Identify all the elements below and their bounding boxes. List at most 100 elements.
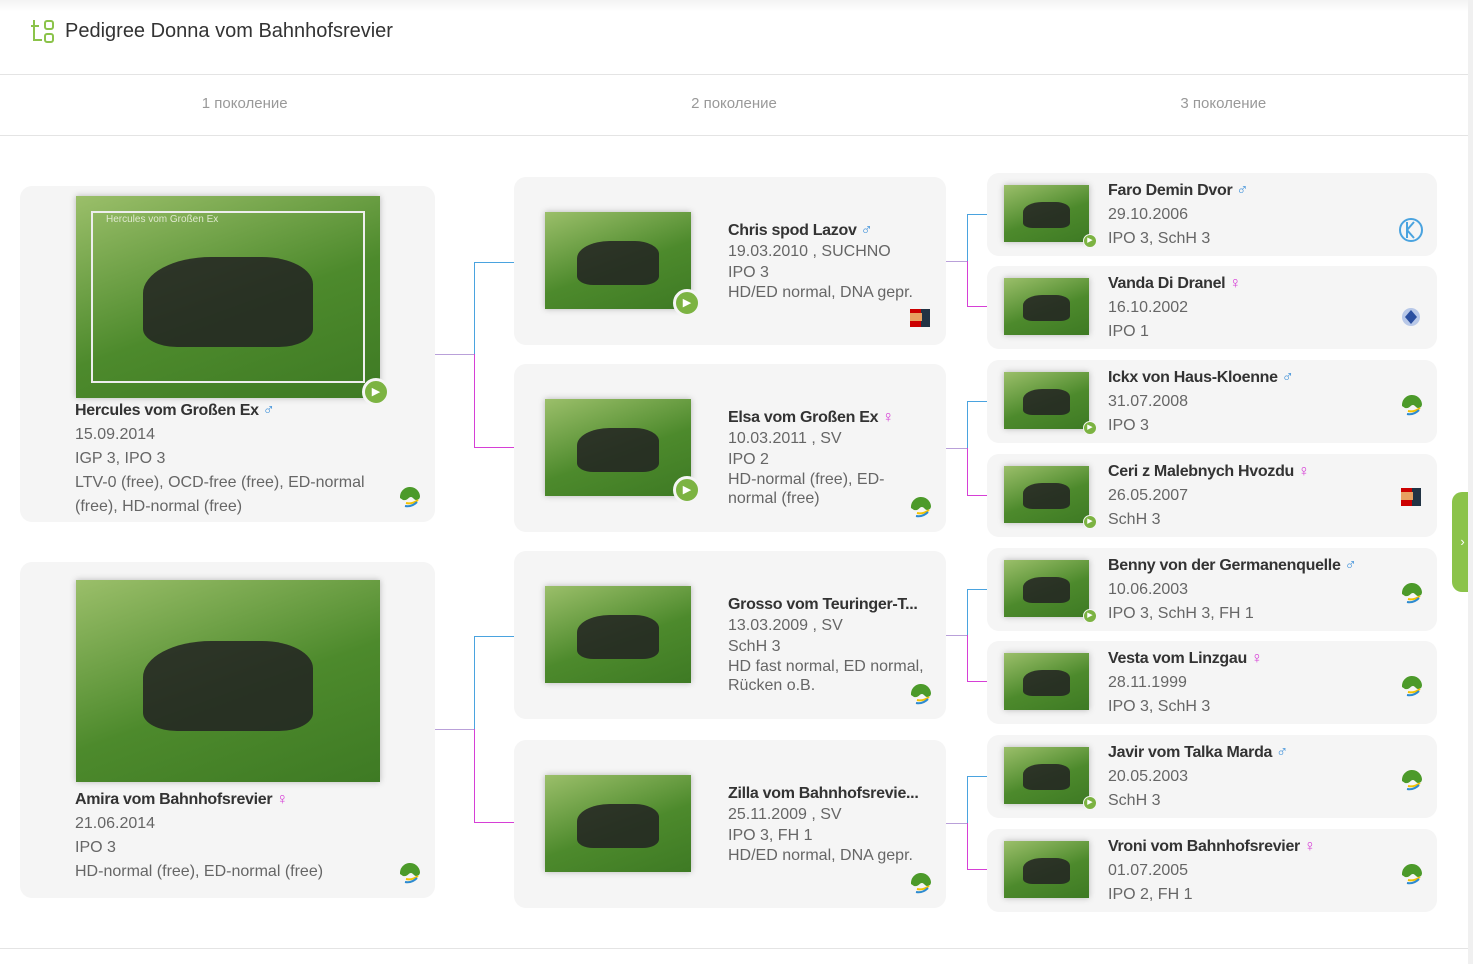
dog-photo[interactable] (1004, 560, 1089, 617)
generation-tabs: 1 поколение 2 поколение 3 поколение (0, 75, 1468, 136)
cmku-club-logo-icon[interactable] (907, 305, 933, 331)
dog-name[interactable]: Vesta vom Linzgau ♀ (1108, 647, 1408, 671)
dog-card[interactable]: ▶ Ceri z Malebnych Hvozdu ♀ 26.05.2007 SchH … (987, 454, 1437, 537)
play-video-icon[interactable]: ▶ (1083, 609, 1097, 623)
dog-info: Zilla vom Bahnhofsrevie... 25.11.2009 , S… (728, 783, 928, 865)
dog-name[interactable]: Ceri z Malebnych Hvozdu ♀ (1108, 460, 1408, 484)
dog-name[interactable]: Zilla vom Bahnhofsrevie... (728, 783, 928, 804)
dog-silhouette (1022, 577, 1071, 603)
dog-info-line: 10.06.2003 (1108, 581, 1189, 598)
sv-club-logo-icon[interactable] (1398, 765, 1426, 793)
connector-line (967, 214, 968, 261)
dog-info-line: IPO 3, FH 1 (728, 827, 813, 844)
dog-name[interactable]: Elsa vom Großen Ex ♀ (728, 407, 928, 428)
dog-info-line: 10.03.2011 , SV (728, 430, 842, 447)
play-video-icon[interactable]: ▶ (1083, 515, 1097, 529)
dog-card[interactable]: Grosso vom Teuringer-T... 13.03.2009 , SV… (514, 551, 946, 719)
enci-club-logo-icon[interactable] (1398, 304, 1424, 330)
sv-club-logo-icon[interactable] (1398, 578, 1426, 606)
sv-club-logo-icon[interactable] (396, 858, 424, 886)
dog-info: Benny von der Germanenquelle ♂ 10.06.2003 I… (1108, 554, 1408, 626)
sv-club-logo-icon[interactable] (907, 868, 935, 896)
dog-card[interactable]: ▶ Faro Demin Dvor ♂ 29.10.2006 IPO 3, SchH 3 (987, 173, 1437, 256)
dog-card[interactable]: ▶ Elsa vom Großen Ex ♀ 10.03.2011 , SV IPO 2… (514, 364, 946, 532)
dog-name[interactable]: Vroni vom Bahnhofsrevier ♀ (1108, 835, 1408, 859)
dog-card[interactable]: Vesta vom Linzgau ♀ 28.11.1999 IPO 3, SchH … (987, 641, 1437, 724)
dog-name[interactable]: Amira vom Bahnhofsrevier ♀ (75, 788, 375, 812)
tab-generation-3[interactable]: 3 поколение (979, 75, 1468, 135)
sv-club-logo-icon[interactable] (1398, 390, 1426, 418)
dog-info: Vesta vom Linzgau ♀ 28.11.1999 IPO 3, SchH … (1108, 647, 1408, 719)
sv-club-logo-icon[interactable] (1398, 671, 1426, 699)
dog-name[interactable]: Chris spod Lazov ♂ (728, 220, 928, 241)
dog-name[interactable]: Grosso vom Teuringer-T... (728, 594, 928, 615)
dog-photo[interactable] (1004, 372, 1089, 429)
dog-photo[interactable] (545, 775, 691, 872)
male-icon: ♂ (1236, 182, 1249, 199)
dog-card[interactable]: Zilla vom Bahnhofsrevie... 25.11.2009 , S… (514, 740, 946, 908)
dog-card[interactable]: ▶ Javir vom Talka Marda ♂ 20.05.2003 SchH 3 (987, 735, 1437, 818)
k-club-logo-icon[interactable] (1398, 217, 1424, 243)
dog-name[interactable]: Hercules vom Großen Ex ♂ (75, 399, 375, 423)
play-video-icon[interactable]: ▶ (673, 289, 701, 317)
dog-info: Vanda Di Dranel ♀ 16.10.2002 IPO 1 (1108, 272, 1408, 344)
dog-card[interactable]: ▶ Benny von der Germanenquelle ♂ 10.06.2003… (987, 548, 1437, 631)
tab-generation-1[interactable]: 1 поколение (0, 75, 489, 135)
photo-caption: Hercules vom Großen Ex (106, 214, 219, 225)
dog-photo[interactable]: Hercules vom Großen Ex (76, 196, 380, 398)
scrollbar[interactable] (1468, 0, 1473, 964)
female-icon: ♀ (1298, 463, 1310, 480)
dog-photo[interactable] (76, 580, 380, 782)
dog-silhouette (1022, 858, 1071, 884)
dog-photo[interactable] (545, 586, 691, 683)
play-video-icon[interactable]: ▶ (1083, 421, 1097, 435)
dog-info: Elsa vom Großen Ex ♀ 10.03.2011 , SV IPO 2 H… (728, 407, 928, 508)
dog-name[interactable]: Ickx von Haus-Kloenne ♂ (1108, 366, 1408, 390)
dog-card[interactable]: ▶ Chris spod Lazov ♂ 19.03.2010 , SUCHNO IPO… (514, 177, 946, 345)
dog-photo[interactable] (545, 212, 691, 309)
connector-line (967, 401, 987, 402)
dog-photo[interactable] (1004, 185, 1089, 242)
connector-line (967, 869, 987, 870)
dog-info-line: SchH 3 (728, 638, 781, 655)
dog-name-text: Vesta vom Linzgau (1108, 650, 1247, 667)
dog-name[interactable]: Javir vom Talka Marda ♂ (1108, 741, 1408, 765)
dog-info-line: IPO 3 (728, 264, 769, 281)
connector-line (435, 354, 474, 355)
dog-name[interactable]: Benny von der Germanenquelle ♂ (1108, 554, 1408, 578)
dog-info: Javir vom Talka Marda ♂ 20.05.2003 SchH 3 (1108, 741, 1408, 813)
dog-name-text: Vanda Di Dranel (1108, 275, 1226, 292)
dog-info-line: IGP 3, IPO 3 (75, 450, 166, 467)
play-video-icon[interactable]: ▶ (673, 476, 701, 504)
dog-silhouette (1022, 389, 1071, 415)
dog-info-line: 15.09.2014 (75, 426, 156, 443)
dog-photo[interactable] (545, 399, 691, 496)
dog-photo[interactable] (1004, 841, 1089, 898)
dog-card[interactable]: Vanda Di Dranel ♀ 16.10.2002 IPO 1 (987, 266, 1437, 349)
dog-name[interactable]: Vanda Di Dranel ♀ (1108, 272, 1408, 296)
dog-card[interactable]: ▶ Ickx von Haus-Kloenne ♂ 31.07.2008 IPO 3 (987, 360, 1437, 443)
dog-name[interactable]: Faro Demin Dvor ♂ (1108, 179, 1408, 203)
play-video-icon[interactable]: ▶ (1083, 234, 1097, 248)
dog-photo[interactable] (1004, 747, 1089, 804)
cmku-club-logo-icon[interactable] (1398, 484, 1424, 510)
connector-line (967, 306, 987, 307)
play-video-icon[interactable]: ▶ (1083, 796, 1097, 810)
dog-photo[interactable] (1004, 278, 1089, 335)
dog-name-text: Ickx von Haus-Kloenne (1108, 369, 1278, 386)
sv-club-logo-icon[interactable] (907, 679, 935, 707)
dog-photo[interactable] (1004, 466, 1089, 523)
dog-card[interactable]: Vroni vom Bahnhofsrevier ♀ 01.07.2005 IPO 2… (987, 829, 1437, 912)
dog-photo[interactable] (1004, 653, 1089, 710)
sv-club-logo-icon[interactable] (907, 492, 935, 520)
tab-generation-2[interactable]: 2 поколение (489, 75, 978, 135)
dog-card[interactable]: Hercules vom Großen Ex ▶ Hercules vom Groß… (20, 186, 435, 522)
dog-info-line: 19.03.2010 , SUCHNO (728, 243, 891, 260)
dog-name-text: Chris spod Lazov (728, 222, 857, 239)
connector-line (967, 776, 968, 823)
sv-club-logo-icon[interactable] (396, 482, 424, 510)
dog-card[interactable]: Amira vom Bahnhofsrevier ♀ 21.06.2014 IPO 3… (20, 562, 435, 898)
sv-club-logo-icon[interactable] (1398, 859, 1426, 887)
dog-info-line: 28.11.1999 (1108, 674, 1187, 691)
dog-name-text: Amira vom Bahnhofsrevier (75, 791, 273, 808)
